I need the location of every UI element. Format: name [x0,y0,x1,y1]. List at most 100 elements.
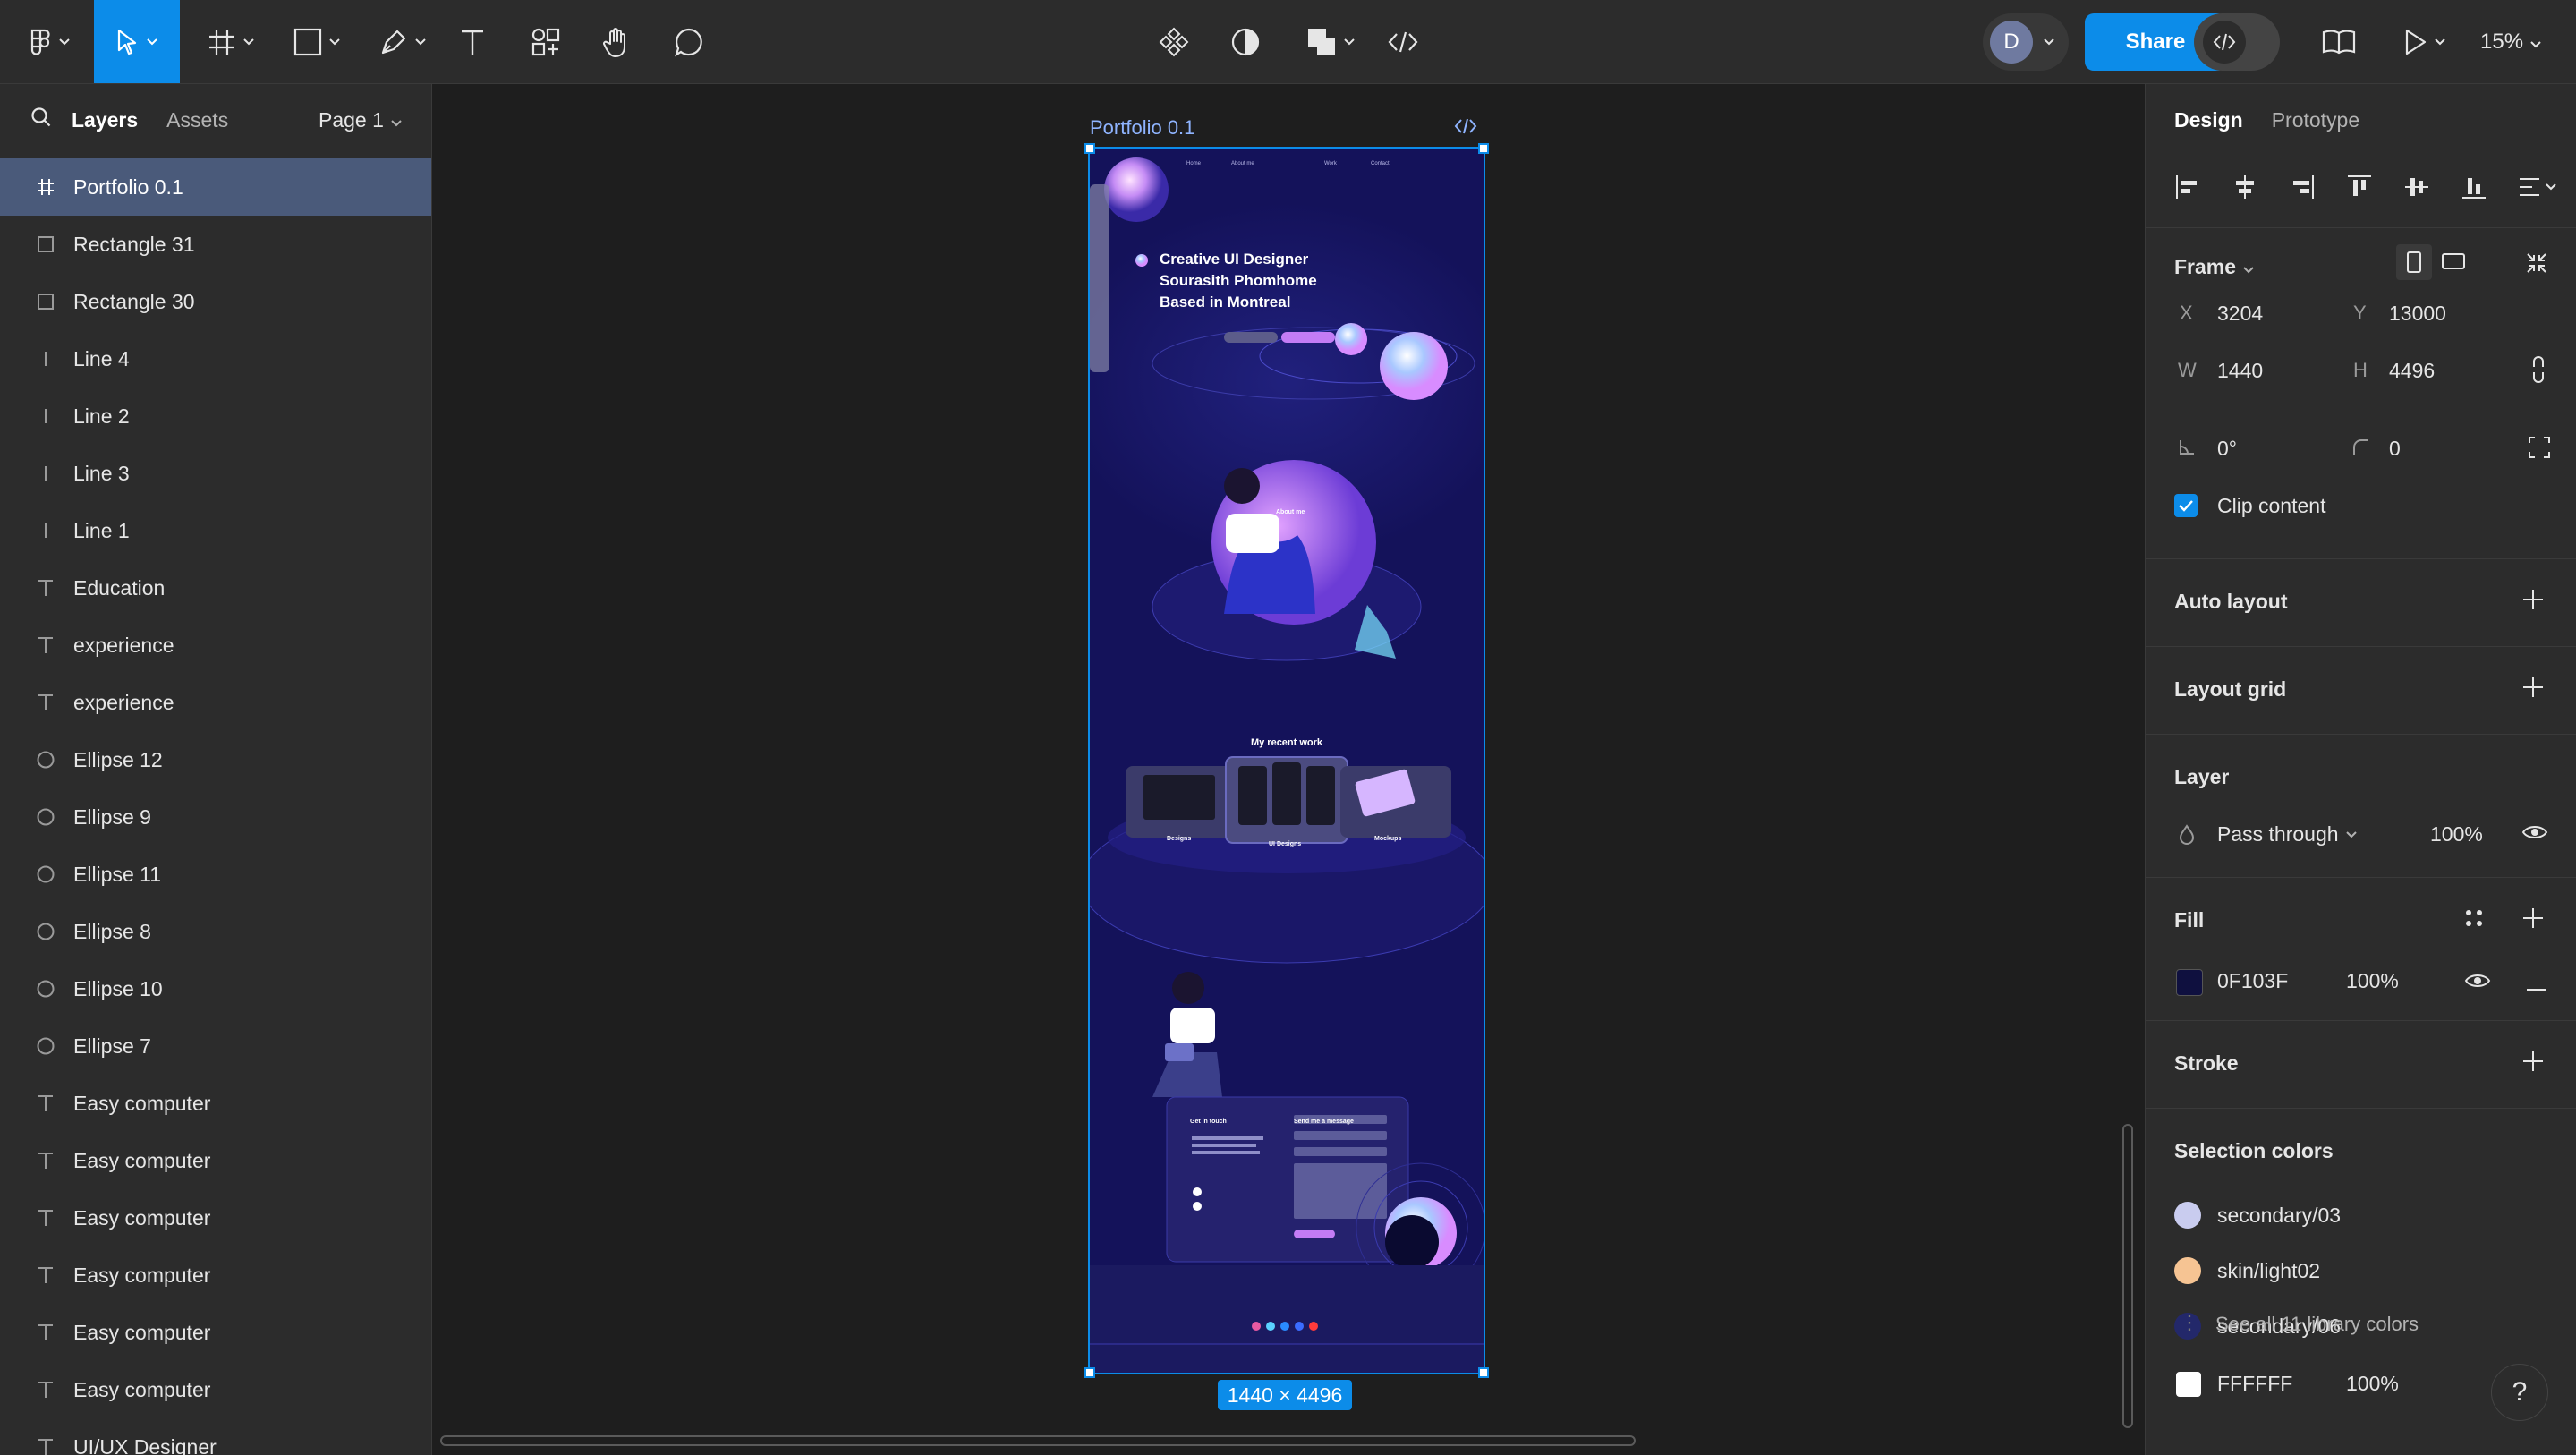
layer-row[interactable]: Portfolio 0.1 [0,158,431,216]
code-icon[interactable] [1454,118,1477,139]
add-stroke-icon[interactable] [2521,1050,2545,1077]
align-vertical-center-icon[interactable] [2403,165,2430,209]
layer-row[interactable]: Ellipse 7 [0,1017,431,1075]
layer-row[interactable]: Easy computer [0,1247,431,1304]
main-menu-button[interactable] [18,0,81,83]
layer-opacity-input[interactable]: 100% [2430,822,2483,847]
width-input[interactable]: 1440 [2217,359,2263,383]
x-input[interactable]: 3204 [2217,302,2263,326]
portrait-icon[interactable] [2396,244,2432,280]
align-right-icon[interactable] [2289,165,2316,209]
clip-content-checkbox[interactable] [2174,494,2198,517]
add-auto-layout-icon[interactable] [2521,588,2545,616]
layer-row[interactable]: Ellipse 11 [0,846,431,903]
white-opacity-value[interactable]: 100% [2346,1372,2399,1396]
resize-handle-top-right[interactable] [1478,143,1489,154]
layer-row[interactable]: Ellipse 8 [0,903,431,960]
fill-hex-input[interactable]: 0F103F [2217,969,2288,993]
fill-opacity-input[interactable]: 100% [2346,969,2399,993]
text-tool-button[interactable] [455,0,490,83]
multiplayer-avatar[interactable]: D [1983,13,2069,71]
layer-row[interactable]: Easy computer [0,1132,431,1189]
dev-code-button[interactable] [1383,0,1423,83]
style-icon[interactable] [2464,908,2484,932]
align-horizontal-center-icon[interactable] [2232,165,2258,209]
resize-handle-bottom-right[interactable] [1478,1367,1489,1378]
eye-icon[interactable] [2521,822,2548,847]
layer-row[interactable]: Education [0,559,431,617]
layer-row[interactable]: Easy computer [0,1361,431,1418]
frame-title[interactable]: Portfolio 0.1 [1090,116,1194,140]
blend-mode-select[interactable]: Pass through [2217,822,2357,847]
align-top-icon[interactable] [2346,165,2373,209]
page-selector[interactable]: Page 1 [319,84,402,156]
layer-row[interactable]: Line 4 [0,330,431,387]
tab-design[interactable]: Design [2174,108,2243,132]
pen-tool-button[interactable] [370,0,435,83]
layer-row[interactable]: Easy computer [0,1304,431,1361]
layer-row[interactable]: Ellipse 9 [0,788,431,846]
layer-row[interactable]: Rectangle 31 [0,216,431,273]
frame-tool-button[interactable] [199,0,263,83]
present-button[interactable] [2398,0,2452,83]
selection-color-name[interactable]: skin/light02 [2217,1259,2320,1283]
independent-corners-icon[interactable] [2527,435,2552,464]
vertical-scrollbar[interactable] [2122,1124,2133,1428]
tab-assets[interactable]: Assets [166,108,228,132]
resize-handle-top-left[interactable] [1084,143,1095,154]
frame-section-title[interactable]: Frame [2174,255,2254,279]
clip-content-label: Clip content [2217,494,2326,517]
rotation-input[interactable]: 0° [2217,437,2237,461]
search-icon[interactable] [30,106,52,133]
layer-row[interactable]: UI/UX Designer [0,1418,431,1455]
layer-row[interactable]: Easy computer [0,1075,431,1132]
height-input[interactable]: 4496 [2389,359,2435,383]
white-color-swatch[interactable] [2176,1372,2201,1397]
y-input[interactable]: 13000 [2389,302,2446,326]
contrast-button[interactable] [1226,0,1265,83]
landscape-icon[interactable] [2441,251,2466,276]
hand-tool-button[interactable] [598,0,637,83]
remove-fill-icon[interactable] [2525,980,2548,996]
tab-prototype[interactable]: Prototype [2272,108,2359,132]
help-button[interactable]: ? [2491,1364,2548,1421]
distribute-icon[interactable] [2518,165,2557,209]
horizontal-scrollbar[interactable] [440,1435,1636,1446]
selection-color-swatch[interactable] [2174,1202,2201,1229]
fill-color-swatch[interactable] [2176,969,2203,996]
boolean-ops-button[interactable] [1299,0,1362,83]
layer-row[interactable]: Ellipse 12 [0,731,431,788]
layer-row[interactable]: Easy computer [0,1189,431,1247]
tab-layers[interactable]: Layers [72,108,138,132]
resize-to-fit-icon[interactable] [2525,251,2548,279]
components-button[interactable] [1154,0,1194,83]
see-all-colors-link[interactable]: See all 11 library colors [2215,1313,2419,1336]
layer-row[interactable]: Line 1 [0,502,431,559]
constrain-proportions-icon[interactable] [2530,355,2546,388]
layer-row[interactable]: Line 2 [0,387,431,445]
layer-row[interactable]: experience [0,617,431,674]
add-layout-grid-icon[interactable] [2521,676,2545,703]
add-fill-icon[interactable] [2521,906,2545,934]
layer-row[interactable]: Line 3 [0,445,431,502]
canvas[interactable]: Portfolio 0.1 Home About me Work Contact… [432,84,2144,1455]
resize-handle-bottom-left[interactable] [1084,1367,1095,1378]
selection-color-swatch[interactable] [2174,1257,2201,1284]
align-bottom-icon[interactable] [2461,165,2487,209]
dev-mode-toggle[interactable] [2194,13,2280,71]
corner-radius-input[interactable]: 0 [2389,437,2401,461]
zoom-control[interactable]: 15% [2480,0,2541,83]
comment-tool-button[interactable] [669,0,709,83]
selection-color-name[interactable]: secondary/03 [2217,1204,2341,1228]
portfolio-frame[interactable]: Home About me Work Contact Creative UI D… [1088,147,1485,1374]
layer-row[interactable]: Ellipse 10 [0,960,431,1017]
white-hex-value[interactable]: FFFFFF [2217,1372,2292,1396]
move-tool-button[interactable] [94,0,180,83]
shape-tool-button[interactable] [285,0,349,83]
layer-row[interactable]: experience [0,674,431,731]
layer-row[interactable]: Rectangle 30 [0,273,431,330]
resources-button[interactable] [526,0,565,83]
align-left-icon[interactable] [2174,165,2201,209]
eye-icon[interactable] [2464,971,2491,995]
library-button[interactable] [2317,0,2360,83]
